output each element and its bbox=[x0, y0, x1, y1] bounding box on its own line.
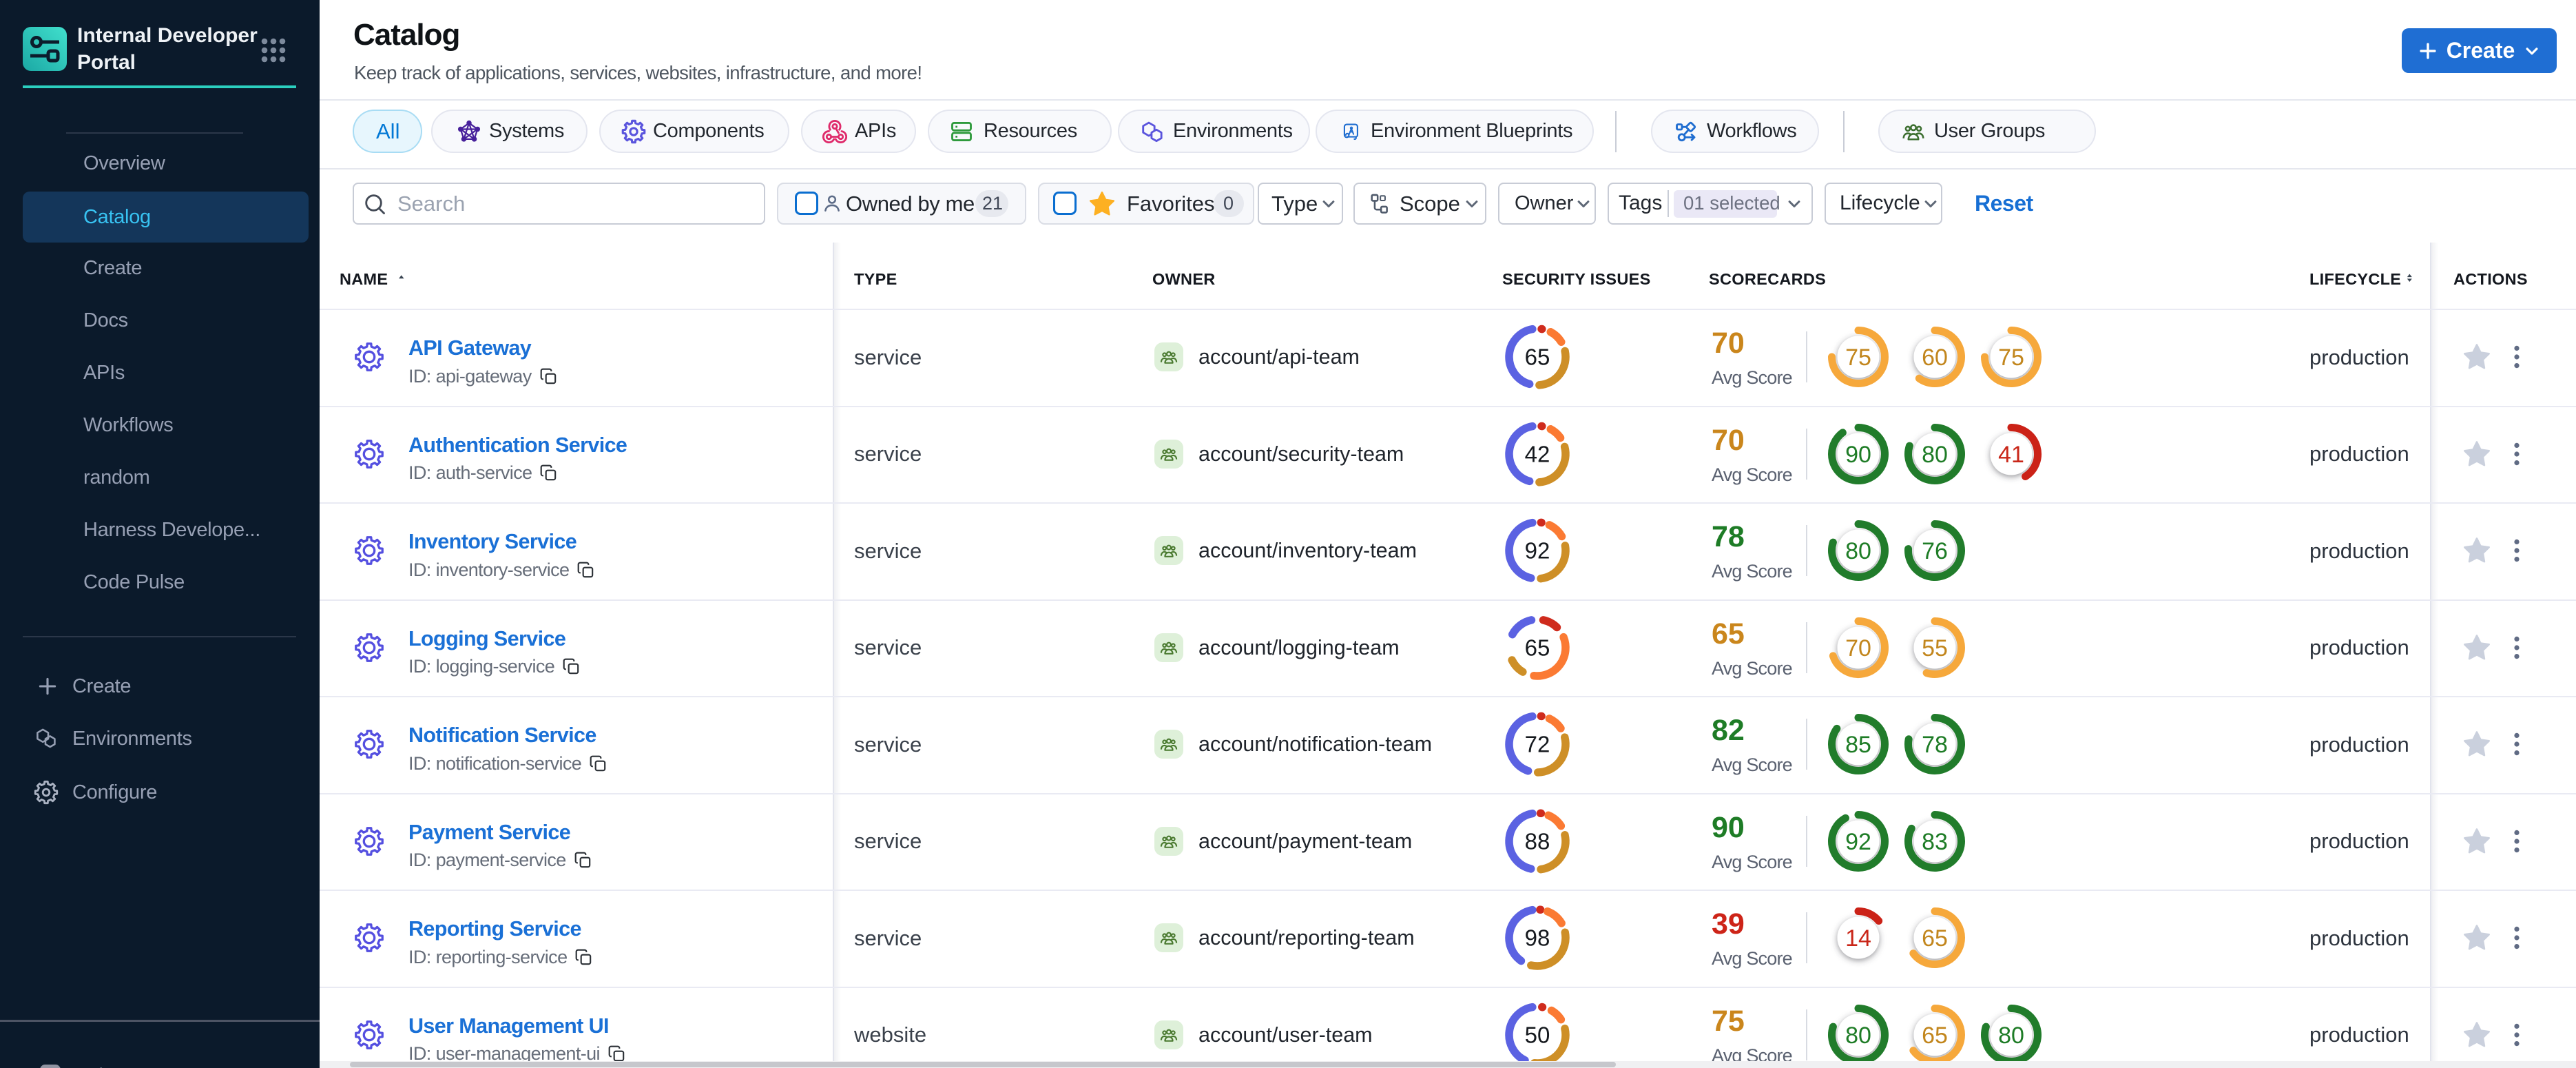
svg-text:65: 65 bbox=[1525, 345, 1550, 370]
svg-text:98: 98 bbox=[1525, 925, 1550, 951]
svg-text:76: 76 bbox=[1922, 538, 1948, 564]
svg-text:50: 50 bbox=[1525, 1022, 1550, 1047]
svg-text:80: 80 bbox=[1845, 1023, 1871, 1049]
svg-text:90: 90 bbox=[1845, 442, 1871, 468]
svg-text:55: 55 bbox=[1922, 635, 1948, 661]
svg-text:65: 65 bbox=[1922, 925, 1948, 952]
svg-text:92: 92 bbox=[1845, 829, 1871, 855]
svg-text:75: 75 bbox=[1998, 345, 2024, 371]
svg-text:80: 80 bbox=[1998, 1023, 2024, 1049]
svg-text:60: 60 bbox=[1922, 345, 1948, 371]
svg-text:72: 72 bbox=[1525, 732, 1550, 757]
svg-text:80: 80 bbox=[1922, 442, 1948, 468]
svg-text:75: 75 bbox=[1845, 345, 1871, 371]
svg-text:41: 41 bbox=[1998, 442, 2024, 468]
svg-text:42: 42 bbox=[1525, 441, 1550, 466]
svg-text:88: 88 bbox=[1525, 828, 1550, 854]
svg-text:14: 14 bbox=[1845, 925, 1871, 952]
svg-text:92: 92 bbox=[1525, 538, 1550, 564]
svg-text:85: 85 bbox=[1845, 732, 1871, 758]
svg-text:65: 65 bbox=[1922, 1023, 1948, 1049]
svg-text:80: 80 bbox=[1845, 538, 1871, 564]
svg-text:70: 70 bbox=[1845, 635, 1871, 661]
svg-text:83: 83 bbox=[1922, 829, 1948, 855]
svg-text:65: 65 bbox=[1525, 635, 1550, 660]
svg-text:78: 78 bbox=[1922, 732, 1948, 758]
